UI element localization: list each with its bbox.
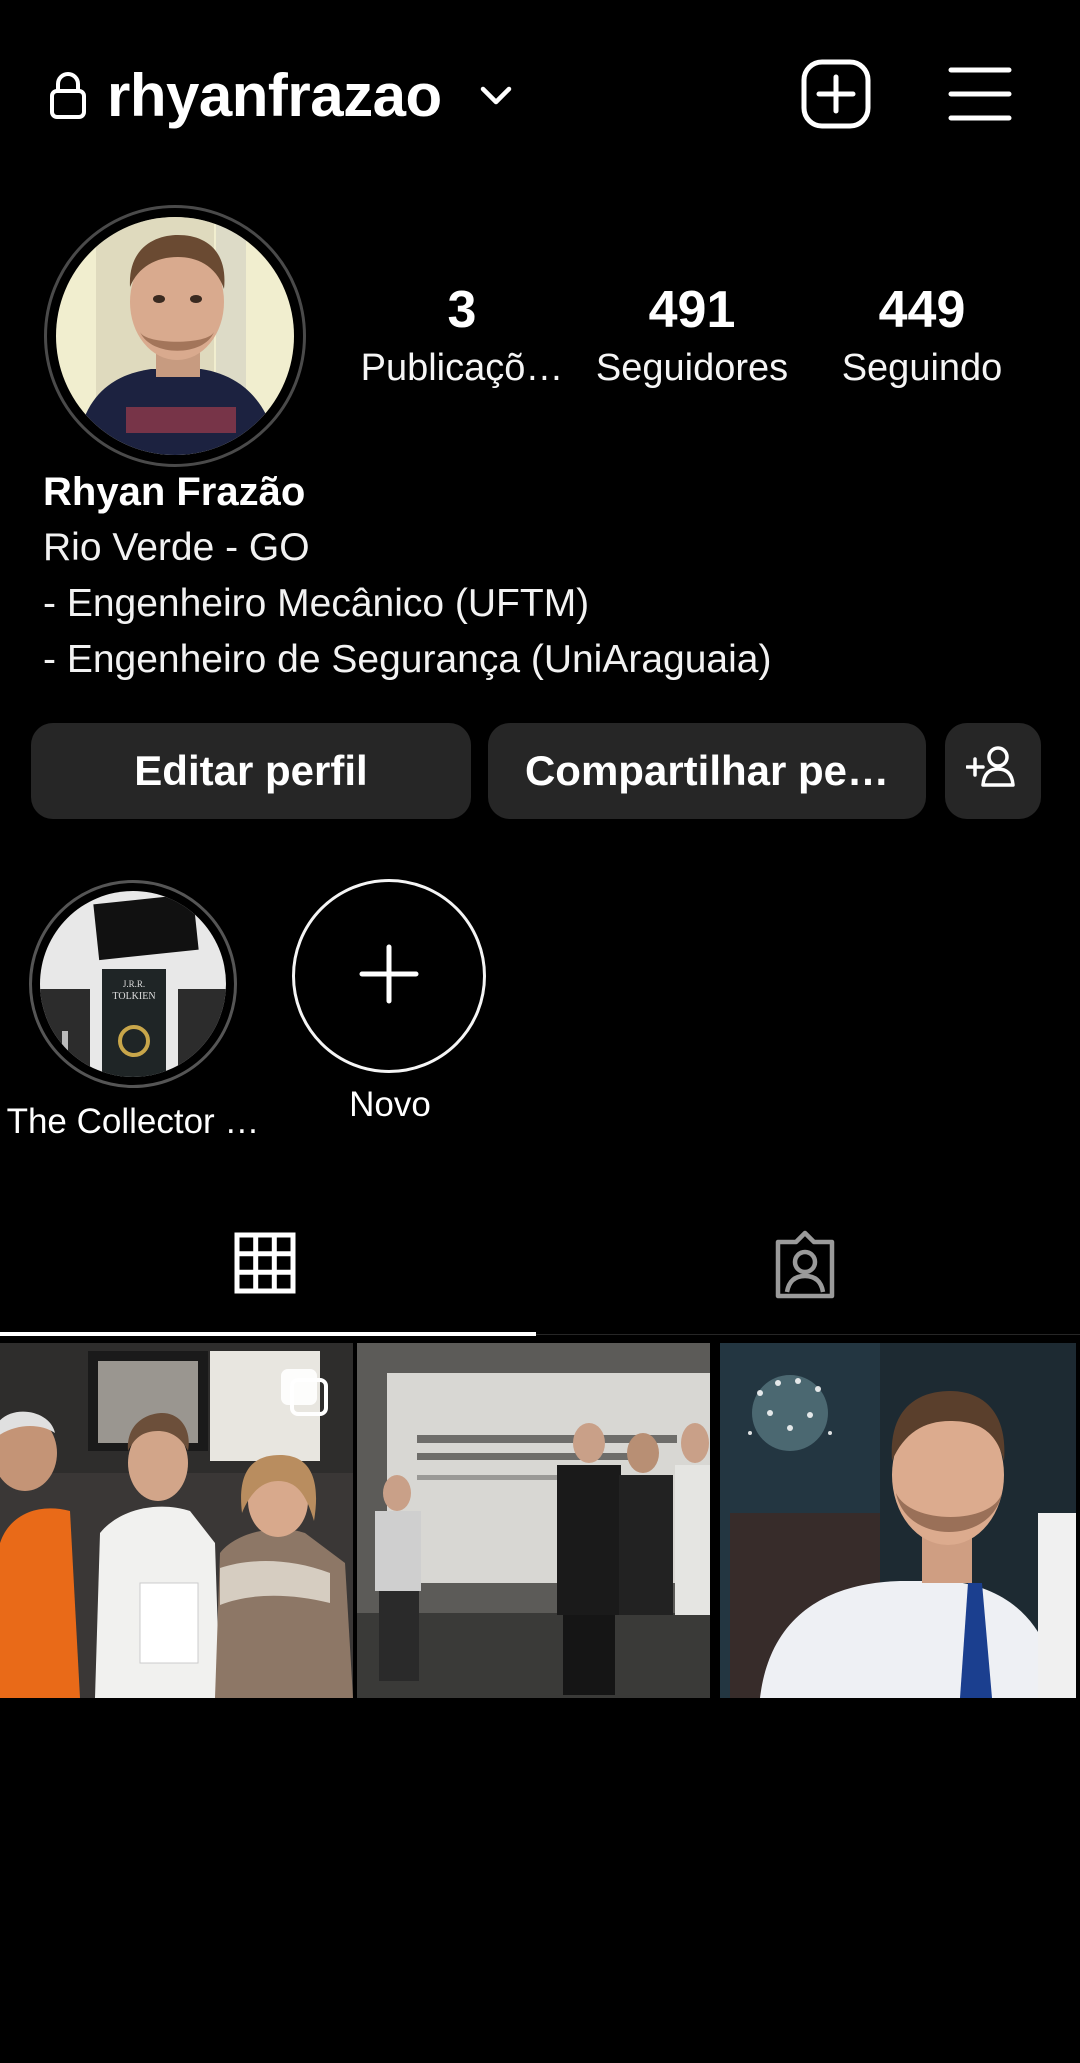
following-count[interactable]: 449 Seguindo [812, 280, 1032, 396]
bio-line-specialization: - Engenheiro de Segurança (UniAraguaia) [43, 638, 772, 681]
posts-count-value: 3 [447, 281, 477, 339]
tagged-person-icon[interactable] [770, 1230, 840, 1300]
account-username[interactable]: rhyanfrazao [107, 56, 442, 136]
chevron-down-icon[interactable] [478, 80, 514, 110]
profile-name: Rhyan Frazão [43, 470, 306, 514]
selected-tab-indicator [0, 1332, 536, 1336]
post-thumbnail[interactable] [357, 1343, 710, 1698]
hamburger-menu-icon[interactable] [948, 62, 1012, 126]
followers-count-label: Seguidores [595, 347, 789, 389]
plus-icon [359, 944, 419, 1009]
followers-count[interactable]: 491 Seguidores [582, 280, 802, 396]
book-cover-name: TOLKIEN [112, 991, 155, 1002]
bio-line-location: Rio Verde - GO [43, 526, 310, 569]
new-highlight-label: Novo [349, 1085, 431, 1124]
following-count-value: 449 [878, 281, 966, 339]
add-person-icon [965, 744, 1020, 798]
bio-line-degree: - Engenheiro Mecânico (UFTM) [43, 582, 590, 625]
book-cover-author: J.R.R. [123, 979, 145, 989]
avatar[interactable] [56, 217, 294, 455]
discover-people-button[interactable] [945, 723, 1041, 819]
top-bar: rhyanfrazao [0, 0, 1080, 190]
highlight-collector[interactable]: J.R.R. TOLKIEN [40, 891, 226, 1077]
highlight-label: The Collector … [6, 1102, 260, 1141]
post-thumbnail[interactable] [720, 1343, 1076, 1698]
new-highlight-button[interactable] [292, 879, 486, 1073]
following-count-label: Seguindo [841, 347, 1003, 389]
posts-count[interactable]: 3 Publicaçõ… [352, 280, 572, 396]
grid-icon[interactable] [234, 1232, 296, 1294]
posts-count-label: Publicaçõ… [360, 347, 564, 389]
lock-icon [48, 70, 88, 120]
profile-bio: Rhyan Frazão Rio Verde - GO - Engenheiro… [43, 464, 1043, 688]
followers-count-value: 491 [648, 281, 736, 339]
share-profile-button[interactable]: Compartilhar pe… [488, 723, 926, 819]
edit-profile-button[interactable]: Editar perfil [31, 723, 471, 819]
create-post-icon[interactable] [800, 58, 872, 130]
carousel-icon [278, 1366, 330, 1418]
